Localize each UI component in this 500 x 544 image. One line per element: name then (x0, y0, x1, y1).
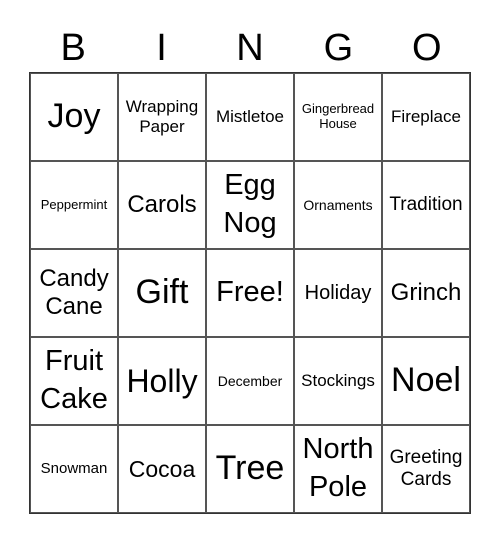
bingo-cell[interactable]: Stockings (294, 337, 382, 425)
bingo-cell[interactable]: Holiday (294, 249, 382, 337)
bingo-cell[interactable]: Carols (118, 161, 206, 249)
bingo-cell[interactable]: North Pole (294, 425, 382, 513)
bingo-cell[interactable]: Grinch (382, 249, 470, 337)
bingo-cell[interactable]: Ornaments (294, 161, 382, 249)
bingo-cell[interactable]: Joy (30, 73, 118, 161)
bingo-cell[interactable]: Mistletoe (206, 73, 294, 161)
header-letter: G (323, 27, 354, 69)
header-letter: I (156, 27, 167, 69)
bingo-header: B I N G O (29, 24, 471, 72)
bingo-cell[interactable]: Cocoa (118, 425, 206, 513)
bingo-cell[interactable]: Gift (118, 249, 206, 337)
bingo-cell[interactable]: December (206, 337, 294, 425)
bingo-cell[interactable]: Fruit Cake (30, 337, 118, 425)
bingo-cell[interactable]: Candy Cane (30, 249, 118, 337)
header-letter: O (411, 27, 442, 69)
bingo-cell[interactable]: Egg Nog (206, 161, 294, 249)
bingo-cell[interactable]: Wrapping Paper (118, 73, 206, 161)
bingo-cell[interactable]: Noel (382, 337, 470, 425)
free-space-cell[interactable]: Free! (206, 249, 294, 337)
header-letter: B (60, 27, 86, 69)
header-letter: N (236, 27, 264, 69)
bingo-cell[interactable]: Tradition (382, 161, 470, 249)
bingo-cell[interactable]: Peppermint (30, 161, 118, 249)
bingo-cell[interactable]: Gingerbread House (294, 73, 382, 161)
bingo-cell[interactable]: Greeting Cards (382, 425, 470, 513)
bingo-cell[interactable]: Holly (118, 337, 206, 425)
bingo-grid: Joy Wrapping Paper Mistletoe Gingerbread… (29, 72, 471, 514)
bingo-cell[interactable]: Snowman (30, 425, 118, 513)
bingo-cell[interactable]: Tree (206, 425, 294, 513)
bingo-cell[interactable]: Fireplace (382, 73, 470, 161)
